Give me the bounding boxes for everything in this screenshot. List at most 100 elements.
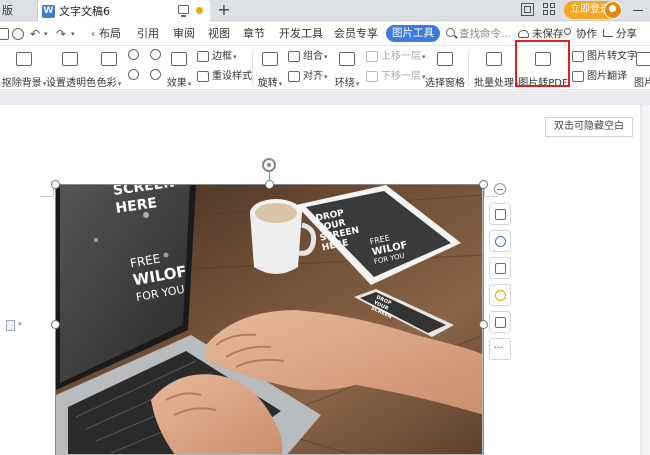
image-edit-button[interactable] — [489, 311, 511, 333]
smart-tool-button[interactable] — [489, 284, 511, 306]
redo-icon[interactable]: ↷ — [56, 27, 66, 41]
image-more-icon — [636, 52, 650, 66]
layout-options-button[interactable] — [489, 203, 511, 225]
effects-label: 效果 — [166, 78, 187, 89]
crop-button[interactable] — [489, 257, 511, 279]
menu-devtools[interactable]: 开发工具 — [279, 22, 323, 46]
set-transparent-button[interactable]: 设置透明色 — [46, 52, 96, 89]
reset-style-icon — [197, 70, 209, 82]
send-backward-label: 下移一层 — [381, 71, 421, 82]
resize-handle-top-left[interactable] — [51, 180, 60, 189]
ribbon-separator — [468, 50, 469, 86]
brightness-up-icon[interactable] — [128, 49, 139, 60]
remove-background-button[interactable]: 抠除背景▾ — [0, 52, 48, 89]
quick-access-dropdown-icon[interactable]: ▾ — [71, 27, 75, 41]
batch-process-button[interactable]: 批量处理▾ — [474, 52, 519, 89]
align-button[interactable]: 对齐▾ — [288, 69, 328, 85]
print-preview-icon[interactable] — [12, 28, 24, 40]
share-icon — [603, 29, 613, 37]
align-icon — [288, 70, 300, 82]
window-restore-icon[interactable] — [521, 3, 534, 16]
image-translate-button[interactable]: 图片翻译 — [572, 69, 627, 85]
lightbulb-icon — [495, 290, 506, 301]
bring-forward-icon — [366, 50, 378, 62]
paragraph-icon[interactable] — [6, 320, 15, 331]
minimize-icon[interactable] — [633, 10, 643, 12]
group-button[interactable]: 组合▾ — [288, 49, 328, 65]
image-edit-icon — [495, 317, 506, 328]
collab-button[interactable]: 协作 — [576, 22, 597, 46]
grid-apps-icon[interactable] — [543, 3, 556, 16]
contrast-down-icon[interactable] — [150, 69, 162, 80]
image-more-button[interactable]: 图片 — [632, 52, 650, 89]
batch-process-label: 批量处理 — [474, 78, 514, 89]
tab-previous[interactable]: 版 — [0, 0, 38, 21]
crop-icon — [495, 263, 506, 274]
vertical-scrollbar[interactable] — [641, 105, 650, 455]
wrap-button[interactable]: 环绕▾ — [332, 52, 362, 89]
brightness-down-icon[interactable] — [150, 49, 162, 60]
selected-picture[interactable]: SCREEN HERE FREE WILOF FOR YOU DROP YOUR… — [55, 184, 483, 455]
undo-dropdown-icon[interactable]: ▾ — [44, 27, 48, 41]
color-button[interactable]: 色彩▾ — [94, 52, 124, 89]
image-to-text-icon — [572, 50, 584, 62]
border-icon — [197, 50, 209, 62]
menu-layout[interactable]: 布局 — [99, 22, 121, 46]
border-label: 边框 — [212, 51, 232, 62]
bring-forward-button[interactable]: 上移一层▾ — [366, 49, 426, 65]
share-button[interactable]: 分享 — [616, 22, 637, 46]
quick-access-icon[interactable] — [0, 28, 9, 40]
reset-style-button[interactable]: 重设样式 — [197, 69, 252, 85]
menu-scroll-left-icon[interactable]: ‹ — [91, 27, 95, 41]
rotate-handle[interactable] — [262, 158, 276, 172]
avatar[interactable] — [604, 1, 622, 19]
brightness-controls — [128, 49, 162, 65]
resize-handle-top-right[interactable] — [479, 180, 488, 189]
select-pane-button[interactable]: 选择窗格 — [425, 52, 465, 89]
resize-handle-middle-left[interactable] — [51, 320, 60, 329]
menu-view[interactable]: 视图 — [208, 22, 230, 46]
wrap-icon — [339, 52, 355, 66]
select-pane-icon — [437, 52, 453, 66]
menu-chapter[interactable]: 章节 — [243, 22, 265, 46]
menu-reference[interactable]: 引用 — [137, 22, 159, 46]
contrast-controls — [128, 69, 162, 85]
rotate-button[interactable]: 旋转▾ — [256, 52, 284, 89]
new-tab-button[interactable]: + — [216, 0, 232, 21]
image-more-label: 图片 — [634, 78, 650, 89]
group-icon — [288, 50, 300, 62]
more-dots-icon: ··· — [494, 343, 504, 354]
undo-icon[interactable]: ↶ — [30, 27, 40, 41]
more-options-button[interactable]: ··· — [489, 338, 511, 360]
resize-handle-top-center[interactable] — [265, 180, 274, 189]
send-backward-button[interactable]: 下移一层▾ — [366, 69, 426, 85]
search-icon[interactable] — [446, 28, 455, 37]
hide-space-tooltip[interactable]: 双击可隐藏空白 — [545, 117, 633, 137]
tab-active-document[interactable]: W 文字文稿6 — [38, 0, 210, 22]
menu-picture-tools[interactable]: 图片工具 — [386, 25, 440, 42]
cloud-icon — [518, 30, 529, 38]
image-to-text-button[interactable]: 图片转文字 — [572, 49, 637, 65]
menu-review[interactable]: 审阅 — [173, 22, 195, 46]
group-label: 组合 — [303, 51, 323, 62]
contrast-up-icon[interactable] — [128, 69, 139, 80]
reset-style-label: 重设样式 — [212, 71, 252, 82]
resize-handle-middle-right[interactable] — [479, 320, 488, 329]
search-command-input[interactable]: 查找命令... — [459, 22, 511, 46]
collab-icon — [564, 28, 571, 35]
remove-background-icon — [16, 52, 32, 66]
ribbon-separator — [252, 50, 253, 86]
paragraph-dropdown-icon[interactable]: ▾ — [18, 320, 22, 328]
select-pane-label: 选择窗格 — [425, 78, 465, 89]
image-translate-label: 图片翻译 — [587, 71, 627, 82]
menu-member[interactable]: 会员专享 — [334, 22, 378, 46]
border-button[interactable]: 边框▾ — [197, 49, 237, 65]
rotate-label: 旋转 — [257, 78, 278, 89]
zoom-button[interactable] — [489, 230, 511, 252]
remove-background-label: 抠除背景 — [1, 78, 42, 89]
monitor-icon[interactable] — [178, 5, 189, 17]
collapse-toolbar-icon[interactable] — [494, 183, 506, 195]
effects-button[interactable]: 效果▾ — [164, 52, 194, 89]
image-to-pdf-highlight — [515, 40, 570, 87]
tab-bar: 版 W 文字文稿6 + 立即登录 — [0, 0, 650, 22]
